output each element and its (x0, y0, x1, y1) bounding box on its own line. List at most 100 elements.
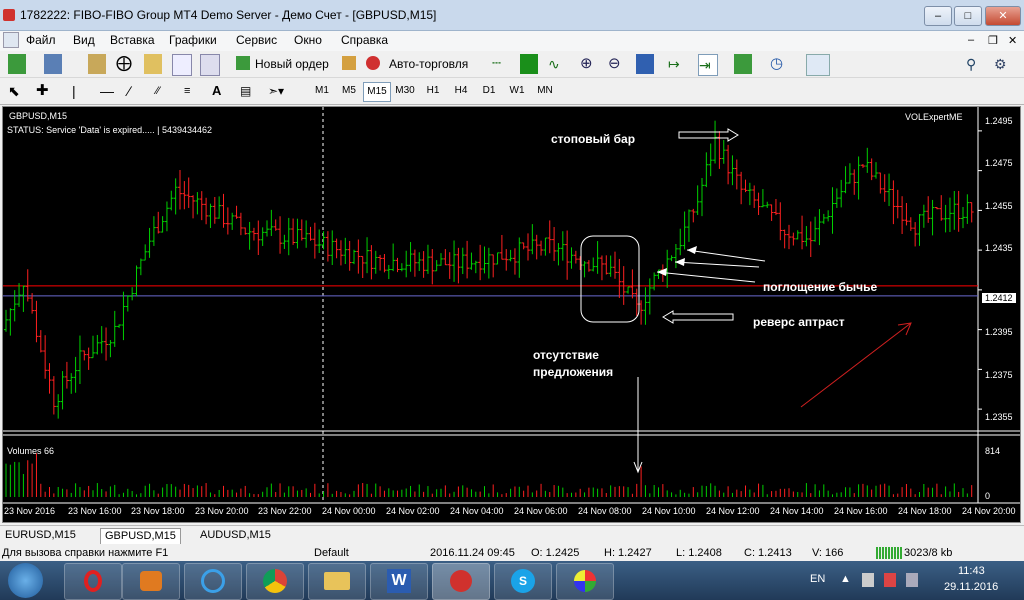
minimize-button[interactable]: – (924, 6, 952, 26)
tester-icon[interactable] (200, 54, 220, 76)
price-tick: 1.2475 (985, 158, 1013, 168)
crosshair-icon[interactable]: ✚ (36, 81, 54, 101)
opera-icon[interactable] (64, 563, 122, 600)
timeframe-h4[interactable]: H4 (448, 82, 474, 100)
tab-audusd[interactable]: AUDUSD,M15 (196, 528, 275, 543)
menu-file[interactable]: Файл (26, 33, 56, 47)
crosshair-target-icon[interactable]: ⨁ (116, 54, 134, 74)
menu-bar: Файл Вид Вставка Графики Сервис Окно Спр… (0, 31, 1024, 51)
arrow-stop-bar (678, 128, 739, 142)
menu-window[interactable]: Окно (294, 33, 322, 47)
price-tick: 1.2435 (985, 243, 1013, 253)
maximize-button[interactable]: □ (954, 6, 982, 26)
chart-window[interactable]: GBPUSD,M15 STATUS: Service 'Data' is exp… (2, 106, 1021, 523)
close-button[interactable]: ✕ (985, 6, 1021, 26)
clock-date[interactable]: 29.11.2016 (944, 581, 998, 593)
mt4-fibo-icon[interactable] (432, 563, 490, 600)
vertical-line-icon[interactable]: | (72, 81, 82, 101)
text-label-icon[interactable]: ▤ (240, 81, 258, 101)
timeframe-m5[interactable]: M5 (336, 82, 362, 100)
menu-charts[interactable]: Графики (169, 33, 217, 47)
templates-icon[interactable] (806, 54, 830, 76)
arrows-icon[interactable]: ➣▾ (268, 81, 294, 101)
terminal-icon[interactable] (172, 54, 192, 76)
horizontal-line-icon[interactable]: — (100, 81, 118, 101)
internet-explorer-icon[interactable] (184, 563, 242, 600)
expert-label: VOLExpertME (905, 112, 963, 122)
highlight-box (580, 235, 640, 323)
tile-windows-icon[interactable] (636, 54, 654, 74)
time-tick: 24 Nov 12:00 (706, 506, 760, 516)
timeframe-d1[interactable]: D1 (476, 82, 502, 100)
time-tick: 24 Nov 20:00 (962, 506, 1016, 516)
bar-chart-icon[interactable]: ┄ (492, 54, 510, 74)
explorer-folder-icon[interactable] (308, 563, 366, 600)
language-indicator[interactable]: EN (810, 573, 825, 585)
symbol-label: GBPUSD,M15 (9, 111, 68, 121)
bar-close: C: 1.2413 (744, 547, 792, 559)
chart-shift-icon[interactable]: ↦ (668, 54, 686, 74)
menu-tools[interactable]: Сервис (236, 33, 277, 47)
new-chart-icon[interactable] (8, 54, 26, 74)
bar-volume: V: 166 (812, 547, 844, 559)
line-chart-icon[interactable]: ∿ (548, 54, 566, 74)
autotrading-button[interactable]: Авто-торговля (340, 54, 475, 74)
mdi-close-icon[interactable]: ✕ (1008, 34, 1017, 47)
word-icon[interactable]: W (370, 563, 428, 600)
chart-tabs: EURUSD,M15 GBPUSD,M15 AUDUSD,M15 (0, 525, 1024, 546)
channel-icon[interactable]: ⁄⁄ (156, 81, 174, 101)
tray-arrow-icon[interactable]: ▲ (840, 573, 851, 585)
time-tick: 24 Nov 18:00 (898, 506, 952, 516)
connection-icon (876, 547, 902, 559)
tab-gbpusd[interactable]: GBPUSD,M15 (100, 528, 181, 544)
search-icon[interactable]: ⚲ (966, 54, 984, 74)
new-order-button[interactable]: Новый ордер (234, 54, 334, 74)
tab-eurusd[interactable]: EURUSD,M15 (1, 528, 80, 543)
autoscroll-icon[interactable]: ⇥ (698, 54, 718, 76)
standard-toolbar: ⨁ Новый ордер Авто-торговля ┄ ∿ ⊕ ⊖ ↦ ⇥ … (0, 51, 1024, 78)
trendline-icon[interactable]: ∕ (128, 81, 146, 101)
chrome-icon[interactable] (246, 563, 304, 600)
media-player-icon[interactable] (122, 563, 180, 600)
timeframe-m1[interactable]: M1 (309, 82, 335, 100)
status-bar: Для вызова справки нажмите F1 Default 20… (0, 546, 1024, 561)
menu-insert[interactable]: Вставка (110, 33, 155, 47)
profile-name: Default (314, 547, 349, 559)
network-icon[interactable] (862, 573, 874, 587)
bar-open: O: 1.2425 (531, 547, 580, 559)
time-tick: 24 Nov 04:00 (450, 506, 504, 516)
indicators-icon[interactable] (734, 54, 752, 74)
price-chart[interactable] (3, 107, 1020, 522)
cursor-icon[interactable]: ⬉ (8, 81, 26, 101)
settings-icon[interactable]: ⚙ (994, 54, 1012, 74)
text-tool-icon[interactable]: A (212, 81, 230, 101)
periods-icon[interactable]: ◷ (770, 54, 788, 74)
timeframe-w1[interactable]: W1 (504, 82, 530, 100)
paint-icon[interactable] (556, 563, 614, 600)
mdi-minimize-icon[interactable]: – (968, 34, 974, 46)
start-icon[interactable] (8, 563, 43, 598)
menu-view[interactable]: Вид (73, 33, 95, 47)
volume-icon[interactable] (906, 573, 918, 587)
skype-icon[interactable]: S (494, 563, 552, 600)
annotation-no-supply: отсутствие предложения (533, 348, 614, 379)
menu-help[interactable]: Справка (341, 33, 388, 47)
time-tick: 24 Nov 10:00 (642, 506, 696, 516)
clock-time[interactable]: 11:43 (958, 565, 985, 577)
market-watch-icon[interactable] (88, 54, 106, 74)
timeframe-m15[interactable]: M15 (363, 82, 391, 102)
navigator-icon[interactable] (144, 54, 162, 74)
mdi-restore-icon[interactable]: ❐ (988, 34, 998, 47)
timeframe-h1[interactable]: H1 (420, 82, 446, 100)
timeframe-m30[interactable]: M30 (392, 82, 418, 100)
expert-icon (342, 56, 356, 70)
profiles-icon[interactable] (44, 54, 62, 74)
zoom-out-icon[interactable]: ⊖ (608, 54, 626, 74)
action-center-icon[interactable] (884, 573, 896, 587)
timeframe-mn[interactable]: MN (532, 82, 558, 100)
document-icon[interactable] (3, 32, 19, 48)
zoom-in-icon[interactable]: ⊕ (580, 54, 598, 74)
candlestick-icon[interactable] (520, 54, 538, 74)
fibonacci-icon[interactable]: ≡ (184, 81, 202, 101)
time-tick: 23 Nov 16:00 (68, 506, 122, 516)
